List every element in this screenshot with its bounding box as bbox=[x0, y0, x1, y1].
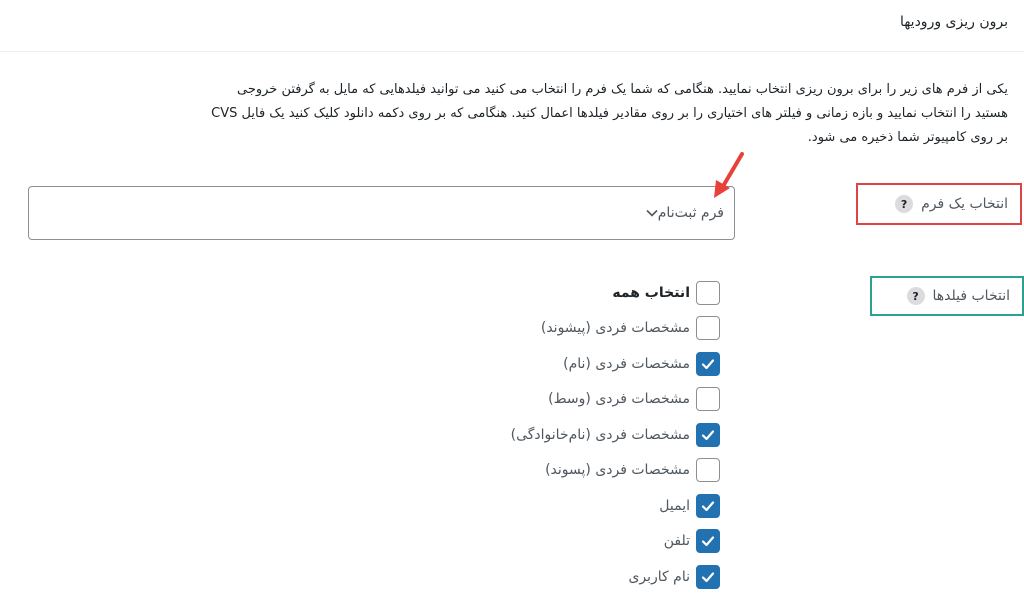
field-checkbox[interactable] bbox=[696, 351, 720, 376]
field-checkbox[interactable] bbox=[696, 493, 720, 518]
field-checkbox-row[interactable]: مشخصات فردی (پیشوند) bbox=[511, 311, 720, 347]
checkmark-icon bbox=[701, 430, 715, 440]
select-fields-label: انتخاب فیلدها ? bbox=[870, 276, 1024, 316]
field-checkbox-label: مشخصات فردی (پسوند) bbox=[545, 462, 690, 479]
field-checkbox-row[interactable]: ایمیل bbox=[511, 488, 720, 524]
select-form-label: انتخاب یک فرم ? bbox=[856, 183, 1022, 225]
field-checkbox-label: تلفن bbox=[663, 533, 690, 550]
field-checkbox-row[interactable]: تلفن bbox=[511, 524, 720, 560]
field-checkbox[interactable] bbox=[696, 458, 720, 483]
checkmark-icon bbox=[701, 501, 715, 511]
field-checkbox-label: مشخصات فردی (نام‌خانوادگی) bbox=[510, 426, 690, 443]
form-select-value: فرم ثبت‌نام bbox=[657, 205, 724, 221]
select-fields-label-text: انتخاب فیلدها bbox=[932, 288, 1011, 304]
form-select[interactable]: فرم ثبت‌نام bbox=[28, 186, 735, 240]
field-checkbox[interactable] bbox=[696, 564, 720, 589]
page-title: برون ریزی ورودیها bbox=[899, 14, 1008, 30]
field-checkbox-label: انتخاب همه bbox=[612, 284, 690, 301]
field-checkbox-row[interactable]: نام کاربری bbox=[511, 559, 720, 595]
description-line-2: هستید را انتخاب نمایید و بازه زمانی و فی… bbox=[211, 106, 1008, 121]
description-line-3: بر روی کامپیوتر شما ذخیره می شود. bbox=[807, 130, 1008, 145]
checkmark-icon bbox=[701, 572, 715, 582]
field-checkbox-row[interactable]: مشخصات فردی (پسوند) bbox=[511, 453, 720, 489]
field-checkbox[interactable] bbox=[696, 387, 720, 412]
field-checkbox-label: ایمیل bbox=[659, 497, 690, 514]
export-description: یکی از فرم های زیر را برای برون ریزی انت… bbox=[8, 78, 1008, 150]
field-checkbox-label: مشخصات فردی (نام) bbox=[563, 355, 690, 372]
help-icon[interactable]: ? bbox=[895, 195, 914, 213]
field-checkbox[interactable] bbox=[696, 422, 720, 447]
field-checkbox[interactable] bbox=[696, 529, 720, 554]
description-line-1: یکی از فرم های زیر را برای برون ریزی انت… bbox=[236, 82, 1008, 97]
checkmark-icon bbox=[701, 536, 715, 547]
select-all-checkbox[interactable] bbox=[696, 280, 720, 305]
chevron-down-icon bbox=[646, 207, 658, 220]
field-checkbox-label: مشخصات فردی (پیشوند) bbox=[540, 320, 690, 337]
fields-checkbox-list: انتخاب همه مشخصات فردی (پیشوند) مشخصات فرد… bbox=[511, 275, 720, 595]
annotation-arrow-icon bbox=[714, 152, 744, 198]
field-checkbox-row[interactable]: مشخصات فردی (نام) bbox=[511, 346, 720, 382]
checkmark-icon bbox=[701, 359, 715, 369]
field-checkbox-label: مشخصات فردی (وسط) bbox=[548, 391, 690, 408]
page-header: برون ریزی ورودیها bbox=[0, 0, 1024, 52]
field-checkbox-row[interactable]: انتخاب همه bbox=[511, 275, 720, 311]
select-form-label-text: انتخاب یک فرم bbox=[921, 196, 1008, 212]
field-checkbox[interactable] bbox=[696, 316, 720, 341]
help-icon[interactable]: ? bbox=[906, 287, 925, 305]
field-checkbox-row[interactable]: مشخصات فردی (وسط) bbox=[511, 382, 720, 418]
field-checkbox-row[interactable]: مشخصات فردی (نام‌خانوادگی) bbox=[511, 417, 720, 453]
field-checkbox-label: نام کاربری bbox=[628, 568, 690, 585]
